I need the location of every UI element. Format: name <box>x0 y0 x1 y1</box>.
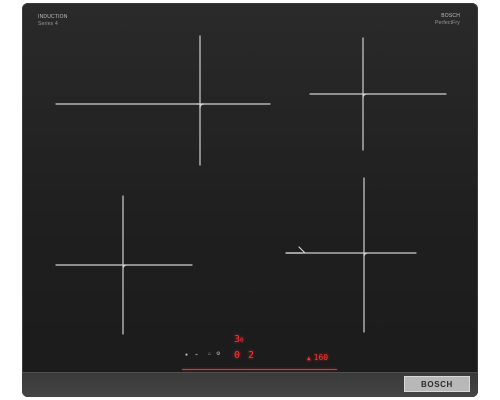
top-right-label: BOSCH <box>441 13 460 19</box>
zone-display-lower-suffix: 2 <box>248 350 255 361</box>
bottom-right-zone-hook <box>285 246 306 254</box>
right-zone-temperature: 160 <box>313 353 329 362</box>
top-right-zone-marking <box>309 37 447 151</box>
bottom-right-zone-marking <box>285 177 417 333</box>
brand-badge: BOSCH <box>404 376 470 392</box>
zone-display-upper-suffix: 0 <box>240 337 244 344</box>
zone-display-upper: 30 <box>234 335 244 345</box>
bottom-left-zone-marking <box>55 195 193 335</box>
top-right-sublabel: PerfectFry <box>434 20 460 26</box>
cooktop-photo: INDUCTION Series 4 BOSCH PerfectFry 30 0… <box>0 0 500 400</box>
lock-icon: ⌂ <box>208 351 212 357</box>
small-gear-icon: ⚙ <box>216 351 221 357</box>
right-zone-display: ▲ 160 <box>307 354 328 362</box>
series-label: INDUCTION <box>38 14 68 20</box>
control-slider-line[interactable] <box>182 369 337 370</box>
left-control-indicator: ● <box>185 352 189 358</box>
timer-icon: ⌁ <box>195 352 199 358</box>
series-sublabel: Series 4 <box>38 21 58 27</box>
right-zone-arrow: ▲ <box>307 355 311 362</box>
zone-display-lower-value: 0 <box>234 350 241 361</box>
top-left-zone-inner-mark <box>195 103 205 109</box>
top-left-zone-marking <box>55 35 271 166</box>
cooking-zone-markings <box>55 35 447 335</box>
zone-display-lower: 02 <box>234 351 254 361</box>
induction-cooktop: INDUCTION Series 4 BOSCH PerfectFry 30 0… <box>22 3 478 397</box>
